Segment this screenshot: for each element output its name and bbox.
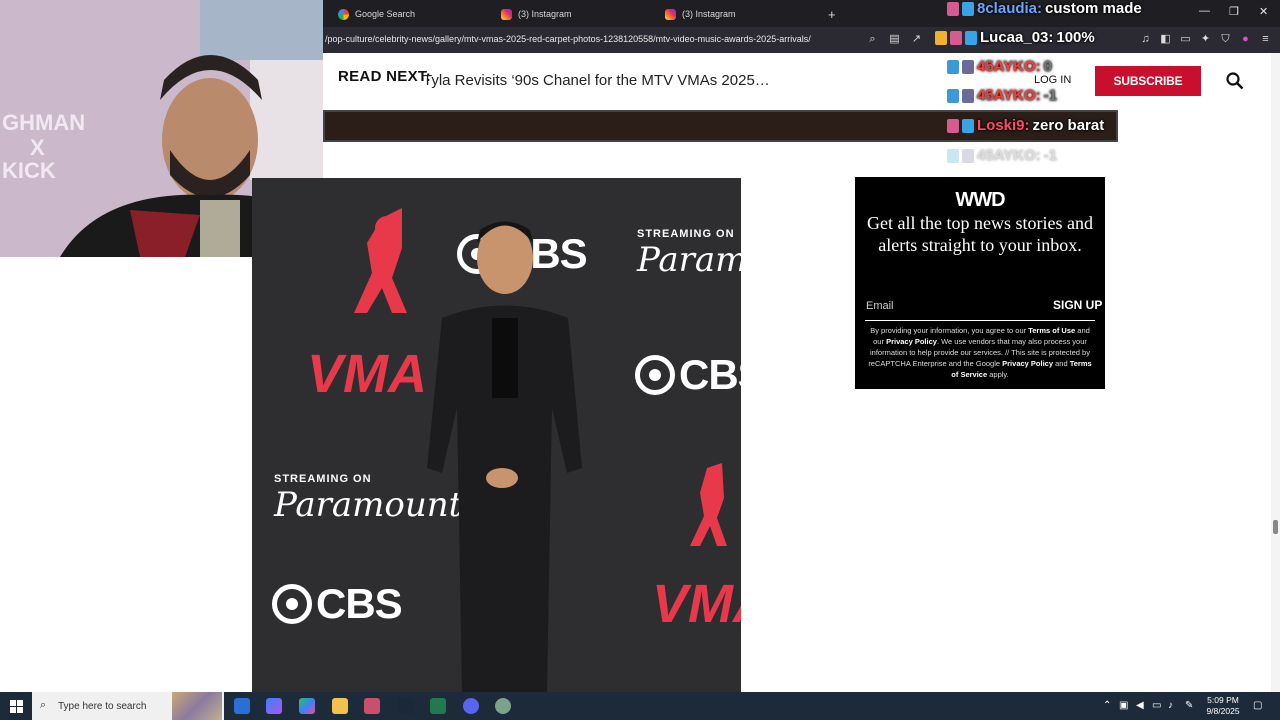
menu-icon[interactable]: ≡ bbox=[1259, 33, 1272, 46]
badge-icon bbox=[947, 1, 959, 16]
sidebar-icon[interactable]: ◧ bbox=[1159, 33, 1172, 46]
chat-message: Loski9: zero barat bbox=[947, 117, 1104, 134]
network-icon[interactable]: ▭ bbox=[1152, 700, 1161, 711]
chat-message: 45AYKO: -1 bbox=[947, 147, 1057, 164]
reader-icon[interactable]: ▤ bbox=[888, 33, 901, 46]
email-field[interactable] bbox=[866, 297, 1026, 315]
url-field[interactable]: /pop-culture/celebrity-news/gallery/mtv-… bbox=[325, 34, 811, 44]
wallet-icon[interactable]: ▭ bbox=[1179, 33, 1192, 46]
vma-logo: VMA bbox=[652, 574, 741, 634]
windows-taskbar: ⌕ Type here to search ⌃ ▣ ◀ ▭ ♪ ✎ 5:09 P… bbox=[0, 692, 1280, 720]
chat-message: 45AYKO: 0 bbox=[947, 58, 1052, 75]
newsletter-headline: Get all the top news stories and alerts … bbox=[867, 213, 1093, 255]
crown-badge-icon bbox=[935, 30, 947, 45]
read-next-label: READ NEXT: bbox=[338, 68, 432, 85]
login-link[interactable]: LOG IN bbox=[1034, 74, 1071, 86]
excel-icon[interactable] bbox=[430, 698, 446, 714]
pen-icon[interactable]: ✎ bbox=[1185, 700, 1193, 711]
search-icon: ⌕ bbox=[40, 699, 47, 711]
badge-icon bbox=[947, 59, 959, 74]
windows-start-icon[interactable] bbox=[10, 700, 23, 713]
cbs-logo: CBS bbox=[635, 351, 741, 399]
copilot-icon[interactable] bbox=[266, 698, 282, 714]
read-next-link[interactable]: Tyla Revisits ‘90s Chanel for the MTV VM… bbox=[423, 72, 770, 89]
tray-icon[interactable]: ▣ bbox=[1119, 700, 1128, 711]
file-explorer-icon[interactable] bbox=[332, 698, 348, 714]
wwd-logo: WWD bbox=[955, 189, 1005, 211]
taskbar-clock[interactable]: 5:09 PM 9/8/2025 bbox=[1205, 695, 1241, 717]
paramount-logo: STREAMING ON Paramount+ bbox=[637, 228, 741, 280]
volume-icon[interactable]: ◀ bbox=[1136, 700, 1144, 711]
google-privacy-link[interactable]: Privacy Policy bbox=[1002, 359, 1053, 368]
divider bbox=[865, 320, 1095, 321]
task-view-icon[interactable] bbox=[234, 698, 250, 714]
svg-text:GHMAN: GHMAN bbox=[2, 110, 85, 135]
badge-icon bbox=[962, 148, 974, 163]
browser-icon[interactable] bbox=[364, 698, 380, 714]
close-icon[interactable]: ✕ bbox=[1259, 5, 1268, 18]
search-highlight-image bbox=[172, 692, 222, 720]
app-icon[interactable] bbox=[495, 698, 511, 714]
cbs-eye-icon bbox=[272, 584, 312, 624]
search-placeholder: Type here to search bbox=[58, 701, 147, 712]
tab-label: Google Search bbox=[355, 9, 416, 19]
scroll-thumb[interactable] bbox=[1273, 520, 1278, 534]
profile-icon[interactable]: ● bbox=[1239, 33, 1252, 46]
music-icon[interactable]: ♫ bbox=[1139, 33, 1152, 46]
badge-icon bbox=[962, 1, 974, 16]
tab-instagram-2[interactable]: (3) Instagram bbox=[665, 3, 736, 25]
cbs-logo: CBS bbox=[272, 580, 403, 628]
notification-icon[interactable]: ▢ bbox=[1253, 700, 1262, 711]
chevron-up-icon[interactable]: ⌃ bbox=[1103, 700, 1111, 711]
browser-address-bar: /pop-culture/celebrity-news/gallery/mtv-… bbox=[323, 27, 1280, 53]
person-figure bbox=[427, 221, 582, 692]
badge-icon bbox=[947, 148, 959, 163]
svg-text:KICK: KICK bbox=[2, 158, 56, 183]
badge-icon bbox=[962, 59, 974, 74]
moonman-logo-icon bbox=[690, 463, 727, 546]
speaker-icon[interactable]: ♪ bbox=[1168, 700, 1173, 711]
instagram-icon bbox=[665, 8, 676, 20]
tab-instagram-1[interactable]: (3) Instagram bbox=[501, 3, 572, 25]
google-icon bbox=[338, 8, 349, 20]
tab-google-search[interactable]: Google Search bbox=[338, 3, 415, 25]
copilot-app-icon[interactable] bbox=[299, 698, 315, 714]
badge-icon bbox=[962, 118, 974, 133]
steam-icon[interactable] bbox=[397, 698, 413, 714]
minimize-icon[interactable]: — bbox=[1199, 5, 1210, 17]
shield-icon[interactable]: ⛉ bbox=[1219, 33, 1232, 46]
newsletter-legal-text: By providing your information, you agree… bbox=[868, 326, 1092, 379]
sign-up-button[interactable]: SIGN UP bbox=[1053, 298, 1102, 312]
page-scrollbar[interactable] bbox=[1271, 53, 1280, 693]
discord-icon[interactable] bbox=[463, 698, 479, 714]
svg-text:X: X bbox=[30, 135, 45, 160]
chat-message: Lucaa_03: 100% bbox=[935, 29, 1095, 46]
restore-icon[interactable]: ❐ bbox=[1229, 5, 1239, 18]
chat-message: 8claudia: custom made bbox=[947, 0, 1142, 17]
instagram-icon bbox=[501, 8, 512, 20]
badge-icon bbox=[947, 88, 959, 103]
badge-icon bbox=[950, 30, 962, 45]
badge-icon bbox=[965, 30, 977, 45]
chat-message: 45AYKO: -1 bbox=[947, 87, 1057, 104]
extensions-icon[interactable]: ✦ bbox=[1199, 33, 1212, 46]
search-icon[interactable] bbox=[1226, 72, 1244, 90]
tab-label: (3) Instagram bbox=[682, 9, 736, 19]
new-tab-button[interactable]: + bbox=[828, 3, 836, 25]
badge-icon bbox=[962, 88, 974, 103]
tab-label: (3) Instagram bbox=[518, 9, 572, 19]
terms-link[interactable]: Terms of Use bbox=[1028, 326, 1075, 335]
cbs-eye-icon bbox=[635, 355, 675, 395]
privacy-link[interactable]: Privacy Policy bbox=[886, 337, 937, 346]
subscribe-button[interactable]: SUBSCRIBE bbox=[1095, 66, 1201, 96]
badge-icon bbox=[947, 118, 959, 133]
zoom-icon[interactable]: ⌕ bbox=[866, 33, 879, 46]
share-icon[interactable]: ↗ bbox=[910, 33, 923, 46]
red-carpet-photo[interactable]: CBS CBS CBS STREAMING ON Paramount+ STRE… bbox=[252, 178, 741, 692]
newsletter-signup: WWD Get all the top news stories and ale… bbox=[855, 177, 1105, 389]
